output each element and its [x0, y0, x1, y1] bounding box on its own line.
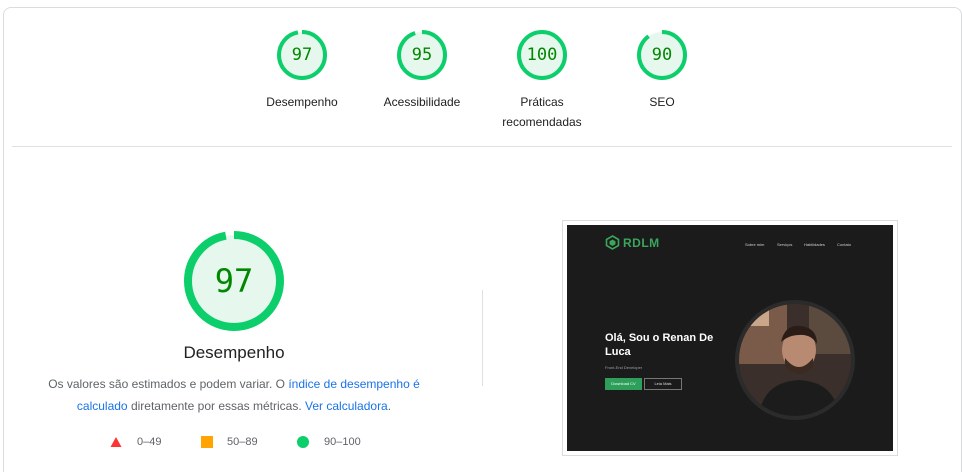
legend-range: 0–49: [137, 436, 162, 448]
category-gauges: 97 Desempenho 95 Acessibilidade 100 Prát…: [0, 30, 962, 130]
gauge-ring: 97: [277, 30, 327, 80]
final-screenshot[interactable]: RDLM Sobre mim Serviços Habilidades Cont…: [562, 220, 898, 456]
site-read-more-button: Leia Mais: [644, 378, 682, 390]
gauge-accessibility[interactable]: 95 Acessibilidade: [362, 30, 482, 112]
site-avatar: [735, 300, 855, 420]
site-nav-item: Habilidades: [804, 242, 825, 247]
site-hero-subtitle: Front-End Developer: [605, 365, 643, 370]
gauge-score: 90: [651, 45, 673, 65]
hexagon-logo-icon: [605, 235, 620, 250]
gauge-score: 100: [526, 45, 558, 65]
gauge-score: 95: [411, 45, 433, 65]
gauge-ring: 95: [397, 30, 447, 80]
site-download-button: Download CV: [605, 378, 642, 390]
gauge-ring: 100: [517, 30, 567, 80]
site-hero-title: Olá, Sou o Renan De Luca: [605, 332, 714, 358]
site-logo-text: RDLM: [623, 236, 660, 250]
performance-score: 97: [214, 262, 254, 300]
gauge-label: SEO: [649, 95, 675, 109]
vertical-divider: [482, 290, 483, 386]
desc-text: Os valores são estimados e podem variar.…: [48, 377, 289, 391]
person-photo-icon: [739, 304, 851, 416]
gauge-seo[interactable]: 90 SEO: [602, 30, 722, 112]
gauge-label: Desempenho: [266, 95, 338, 109]
legend-range: 50–89: [227, 436, 258, 448]
circle-icon: [297, 436, 309, 448]
gauge-label: Práticas recomendadas: [502, 95, 582, 129]
gauge-performance[interactable]: 97 Desempenho: [242, 30, 362, 112]
performance-title: Desempenho: [183, 343, 285, 362]
site-nav-item: Sobre mim: [745, 242, 765, 247]
screenshot-page: RDLM Sobre mim Serviços Habilidades Cont…: [567, 225, 893, 451]
site-nav-item: Contato: [837, 242, 852, 247]
square-icon: [201, 436, 213, 448]
legend-range: 90–100: [324, 436, 361, 448]
desc-text: .: [387, 399, 392, 413]
gauge-label: Acessibilidade: [383, 95, 461, 109]
gauge-best-practices[interactable]: 100 Práticas recomendadas: [482, 30, 602, 132]
performance-gauge: 97: [184, 231, 284, 331]
site-nav-item: Serviços: [777, 242, 793, 247]
section-divider: [12, 146, 952, 147]
gauge-score: 97: [291, 45, 313, 65]
site-logo: RDLM: [605, 235, 659, 251]
calculator-link[interactable]: Ver calculadora: [305, 399, 388, 413]
performance-description: Os valores são estimados e podem variar.…: [34, 373, 434, 417]
gauge-ring: 90: [637, 30, 687, 80]
desc-text: diretamente por essas métricas.: [127, 399, 306, 413]
triangle-icon: [110, 437, 122, 447]
score-legend: 0–49 50–89 90–100: [0, 434, 480, 450]
